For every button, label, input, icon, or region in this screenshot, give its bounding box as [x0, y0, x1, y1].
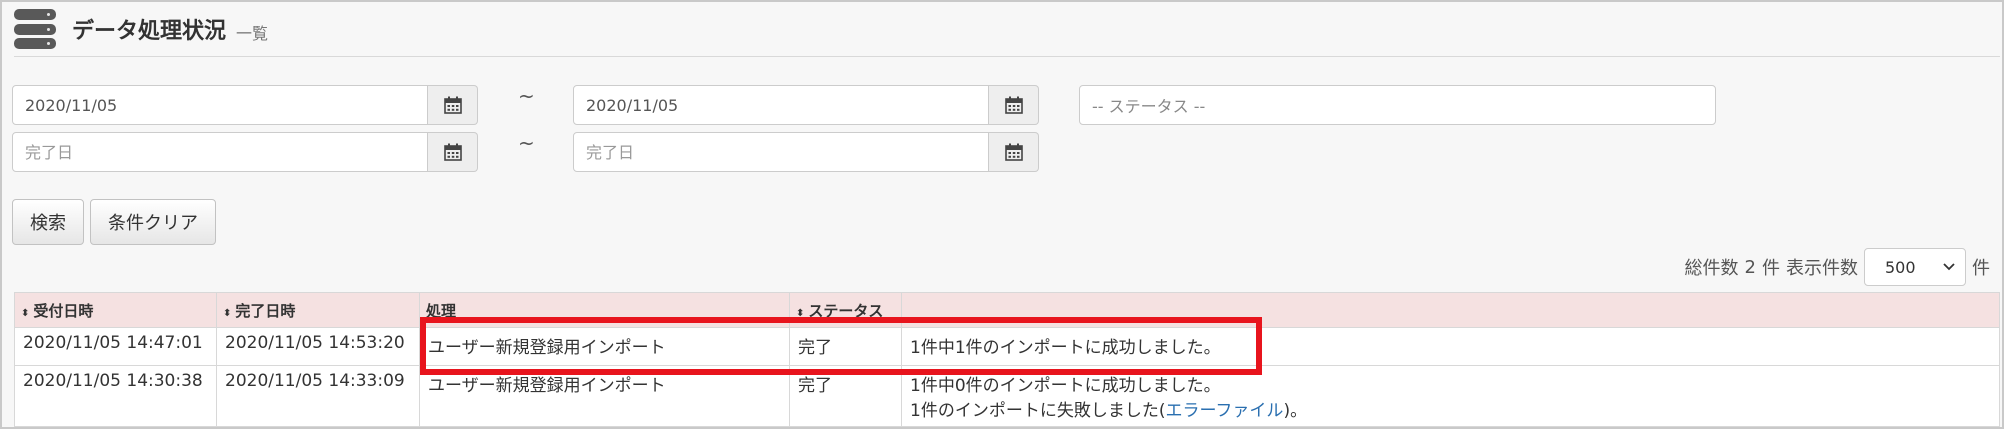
table-header-row: ⬍ 受付日時 ⬍ 完了日時 処理 ⬍ ステータス	[14, 292, 2000, 328]
cell-process: ユーザー新規登録用インポート	[419, 365, 790, 427]
per-page-unit: 件	[1972, 258, 1990, 279]
range-separator: ~	[518, 131, 535, 155]
sort-icon: ⬍	[21, 307, 30, 319]
message-line: 1件のインポートに失敗しました(エラーファイル)。	[910, 396, 1991, 421]
table-row: 2020/11/05 14:47:01 2020/11/05 14:53:20 …	[14, 327, 2000, 366]
calendar-icon	[443, 143, 462, 161]
calendar-button[interactable]	[428, 132, 478, 172]
page-header: データ処理状況 一覧	[14, 6, 268, 52]
clear-conditions-button[interactable]: 条件クリア	[90, 199, 216, 245]
error-file-link[interactable]: エラーファイル	[1165, 401, 1283, 421]
completed-to-group	[573, 132, 1039, 172]
calendar-button[interactable]	[989, 132, 1039, 172]
message-line: 1件中0件のインポートに成功しました。	[910, 376, 1221, 396]
per-page-value: 500	[1885, 257, 1916, 277]
sort-icon: ⬍	[796, 307, 805, 319]
accepted-to-input[interactable]	[573, 85, 989, 125]
column-header-status[interactable]: ⬍ ステータス	[789, 292, 902, 328]
header-divider	[14, 56, 2000, 57]
calendar-icon	[1004, 96, 1023, 114]
calendar-icon	[1004, 143, 1023, 161]
column-header-completed[interactable]: ⬍ 完了日時	[216, 292, 420, 328]
cell-process: ユーザー新規登録用インポート	[419, 327, 790, 366]
accepted-to-group	[573, 85, 1039, 125]
chevron-down-icon	[1943, 263, 1955, 271]
column-header-accepted[interactable]: ⬍ 受付日時	[14, 292, 217, 328]
calendar-button[interactable]	[428, 85, 478, 125]
per-page-select[interactable]: 500	[1864, 248, 1966, 286]
cell-accepted: 2020/11/05 14:47:01	[14, 327, 217, 366]
page-title: データ処理状況	[72, 19, 227, 44]
completed-from-input[interactable]	[12, 132, 428, 172]
search-button[interactable]: 検索	[12, 199, 84, 245]
total-count-label: 総件数	[1684, 258, 1739, 279]
cell-status: 完了	[789, 327, 902, 366]
cell-accepted: 2020/11/05 14:30:38	[14, 365, 217, 427]
status-select[interactable]: -- ステータス --	[1079, 85, 1716, 125]
cell-message: 1件中1件のインポートに成功しました。	[901, 327, 2000, 366]
completed-to-input[interactable]	[573, 132, 989, 172]
database-icon	[14, 9, 56, 49]
sort-icon: ⬍	[223, 307, 232, 319]
accepted-from-input[interactable]	[12, 85, 428, 125]
cell-status: 完了	[789, 365, 902, 427]
column-header-message	[901, 292, 2000, 328]
status-select-placeholder: -- ステータス --	[1092, 97, 1206, 116]
range-separator: ~	[518, 84, 535, 108]
message-text: 1件のインポートに失敗しました(	[910, 401, 1166, 421]
cell-completed: 2020/11/05 14:33:09	[216, 365, 420, 427]
cell-completed: 2020/11/05 14:53:20	[216, 327, 420, 366]
total-count-value: 2	[1744, 256, 1756, 278]
accepted-from-group	[12, 85, 478, 125]
result-count-bar: 総件数 2 件 表示件数 500 件	[1685, 248, 1990, 286]
column-header-process: 処理	[419, 292, 790, 328]
completed-from-group	[12, 132, 478, 172]
total-count-unit: 件	[1762, 258, 1780, 279]
calendar-icon	[443, 96, 462, 114]
calendar-button[interactable]	[989, 85, 1039, 125]
page-subtitle: 一覧	[236, 24, 269, 43]
message-text: )。	[1283, 401, 1308, 421]
processing-status-table: ⬍ 受付日時 ⬍ 完了日時 処理 ⬍ ステータス 2020/11/05 14:47:0…	[14, 292, 2000, 427]
cell-message: 1件中0件のインポートに成功しました。 1件のインポートに失敗しました(エラーフ…	[901, 365, 2000, 427]
table-row: 2020/11/05 14:30:38 2020/11/05 14:33:09 …	[14, 365, 2000, 427]
per-page-label: 表示件数	[1786, 258, 1858, 279]
